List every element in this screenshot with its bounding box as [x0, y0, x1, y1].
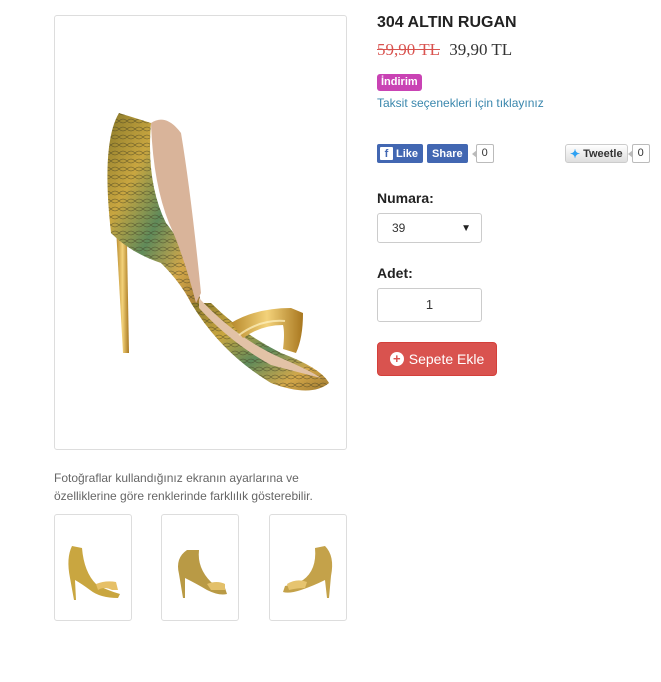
facebook-buttons: f Like Share 0	[377, 144, 494, 163]
thumbnail-1[interactable]	[54, 514, 132, 621]
product-title: 304 ALTIN RUGAN	[377, 14, 517, 31]
tweet-button[interactable]: ✦ Tweetle	[565, 144, 628, 163]
add-to-cart-button[interactable]: + Sepete Ekle	[377, 342, 497, 376]
sandal-thumbnail-front-view	[178, 549, 227, 598]
current-price: 39,90 TL	[449, 40, 513, 59]
quantity-label: Adet:	[377, 265, 413, 281]
facebook-like-label: Like	[396, 147, 419, 160]
tweet-count: 0	[627, 144, 650, 163]
size-select[interactable]: 39 ▼	[377, 213, 482, 243]
size-selected-value: 39	[392, 221, 406, 235]
twitter-buttons: ✦ Tweetle 0	[565, 144, 650, 163]
tweet-label: Tweetle	[583, 147, 623, 160]
plus-circle-icon: +	[389, 352, 404, 366]
facebook-share-count: 0	[471, 144, 494, 163]
sandal-thumbnail-side-view	[68, 545, 120, 600]
facebook-icon: f	[380, 147, 393, 160]
facebook-like-button[interactable]: f Like	[377, 144, 424, 163]
thumbnail-3[interactable]	[269, 514, 347, 621]
price-row: 59,90 TL 39,90 TL	[377, 40, 512, 60]
old-price: 59,90 TL	[377, 40, 440, 59]
add-to-cart-label: Sepete Ekle	[408, 351, 485, 367]
installment-options-link[interactable]: Taksit seçenekleri için tıklayınız	[377, 96, 544, 110]
sandal-thumbnail-back-view	[283, 545, 333, 598]
chevron-down-icon: ▼	[461, 222, 471, 234]
size-label: Numara:	[377, 190, 434, 206]
thumbnail-2[interactable]	[161, 514, 239, 621]
quantity-input[interactable]: 1	[377, 288, 482, 322]
main-product-image[interactable]	[54, 15, 347, 450]
twitter-bird-icon: ✦	[570, 146, 581, 161]
gold-sandal-illustration	[106, 112, 329, 390]
photo-color-disclaimer: Fotoğraflar kullandığınız ekranın ayarla…	[54, 471, 313, 503]
discount-badge: İndirim	[377, 74, 422, 91]
facebook-share-button[interactable]: Share	[427, 144, 468, 163]
